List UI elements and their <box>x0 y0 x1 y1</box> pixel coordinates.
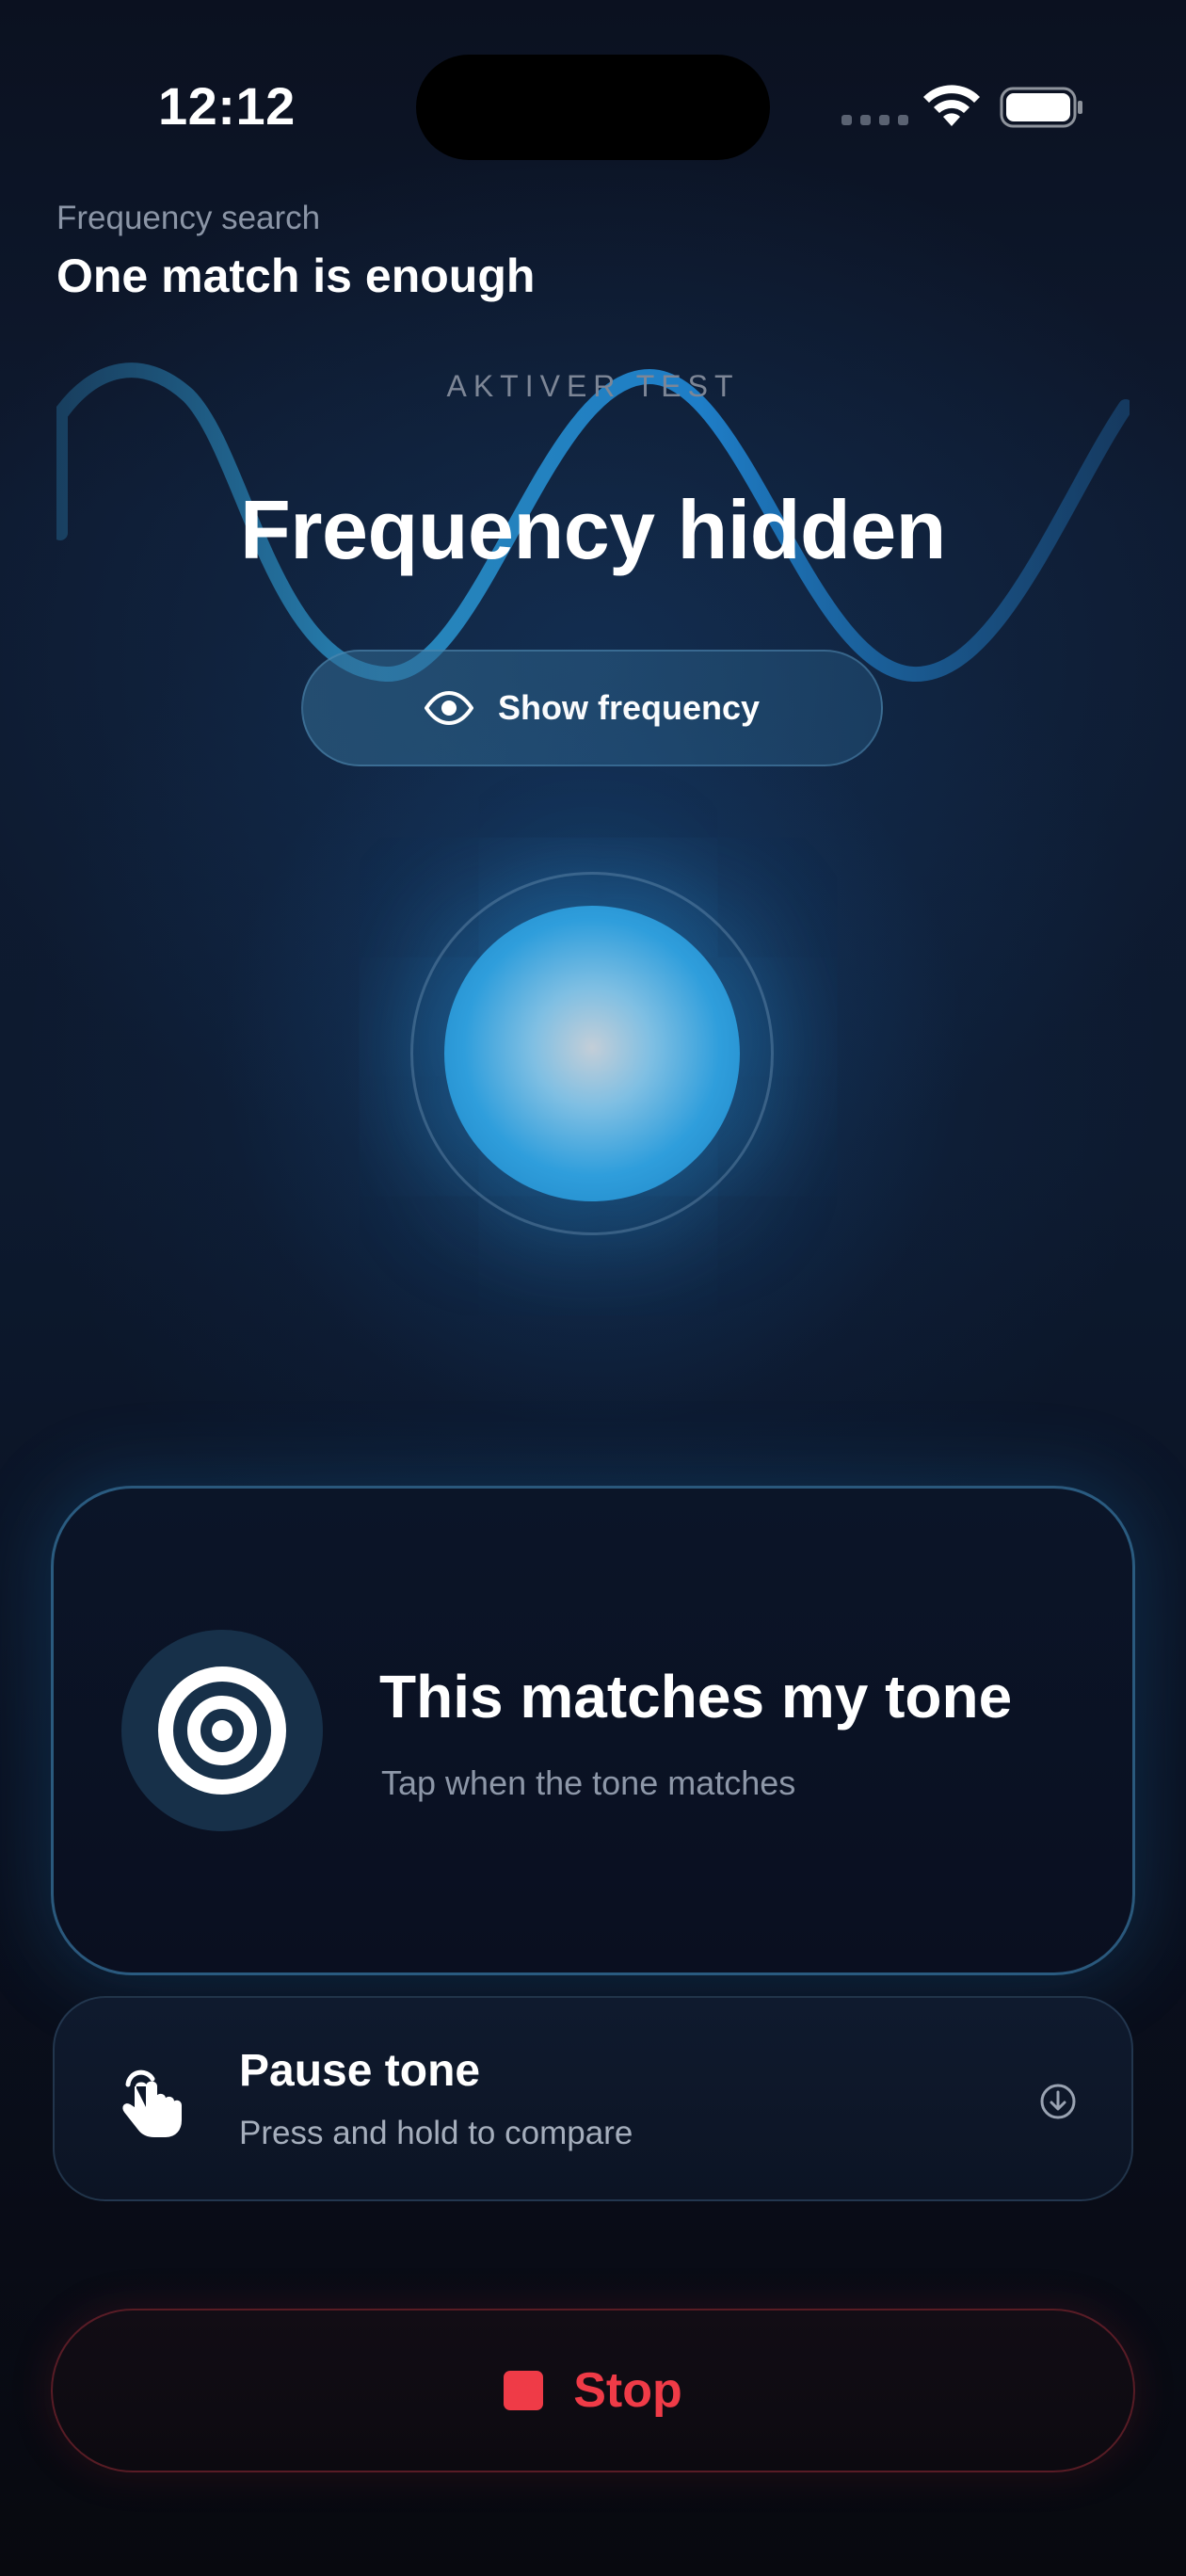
battery-icon <box>1000 87 1082 128</box>
target-icon <box>158 1666 286 1795</box>
match-tone-button[interactable]: This matches my tone Tap when the tone m… <box>51 1486 1135 1975</box>
pause-card-title: Pause tone <box>239 2046 481 2096</box>
cellular-signal-icon <box>841 115 908 125</box>
tone-orb <box>444 906 740 1201</box>
stop-button[interactable]: Stop <box>51 2309 1135 2472</box>
pause-card-subtitle: Press and hold to compare <box>239 2115 633 2151</box>
dynamic-island <box>416 55 770 160</box>
screen: 12:12 Frequency search One match is enou… <box>0 0 1186 2576</box>
header-title: One match is enough <box>56 250 536 302</box>
frequency-title: Frequency hidden <box>240 483 946 576</box>
stop-label: Stop <box>573 2363 682 2418</box>
test-eyebrow: AKTIVER TEST <box>446 369 740 403</box>
hand-press-icon <box>122 2069 182 2137</box>
match-card-subtitle: Tap when the tone matches <box>381 1763 796 1802</box>
header-subtitle: Frequency search <box>56 200 321 236</box>
arrow-down-circle-icon <box>1040 2084 1076 2119</box>
match-card-title: This matches my tone <box>379 1663 1013 1731</box>
status-time: 12:12 <box>158 76 296 136</box>
stop-square-icon <box>504 2371 544 2410</box>
pause-tone-button[interactable]: Pause tone Press and hold to compare <box>53 1996 1133 2201</box>
wifi-icon <box>923 85 980 126</box>
